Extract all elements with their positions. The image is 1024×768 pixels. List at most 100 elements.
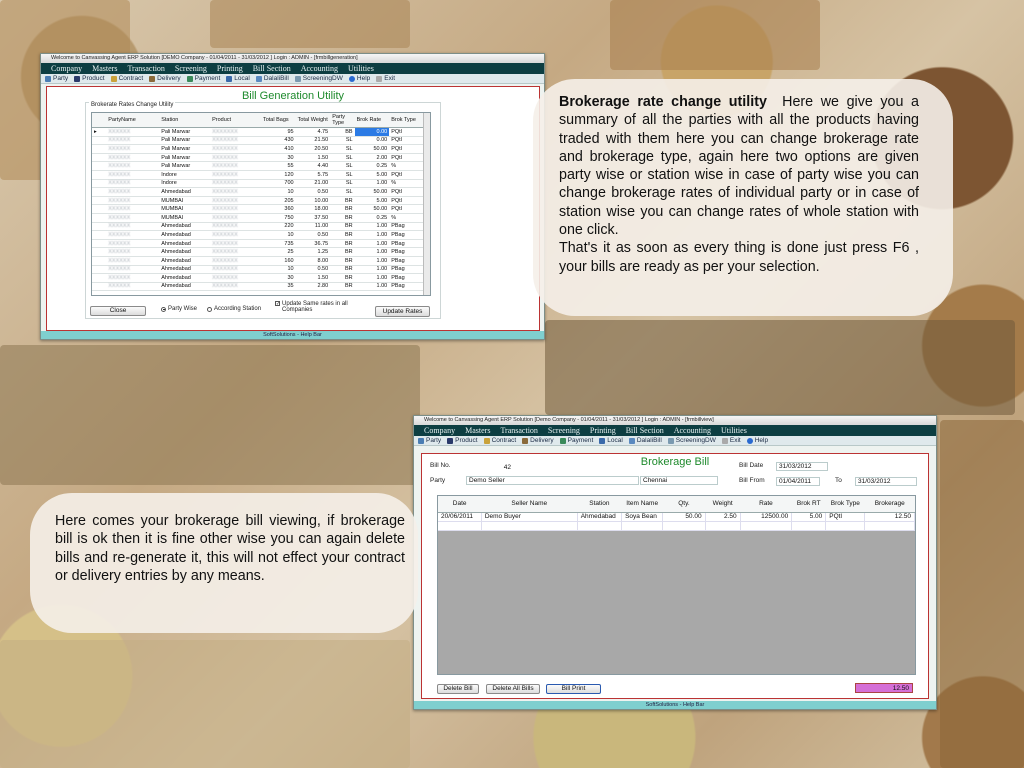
table-row-empty[interactable] [438, 521, 915, 531]
table-row[interactable]: XXXXXX Pali Marwar XXXXXXX 30 1.50 SL 2.00 PQtl [92, 153, 430, 163]
menu-utilities[interactable]: Utilities [348, 64, 374, 73]
table-row[interactable]: XXXXXX Ahmedabad XXXXXXX 220 11.00 BR 1.00 PBag [92, 222, 430, 232]
table-row[interactable]: XXXXXX Ahmedabad XXXXXXX 160 8.00 BR 1.00 PBag [92, 256, 430, 266]
table-row[interactable]: XXXXXX MUMBAI XXXXXXX 205 10.00 BR 5.00 PQtl [92, 196, 430, 206]
bill-date-field[interactable]: 31/03/2012 [776, 462, 828, 471]
update-rates-button[interactable]: Update Rates [375, 306, 430, 317]
toolbar-delivery[interactable]: Delivery [149, 75, 181, 82]
table-cell[interactable]: 1.00 [354, 239, 390, 249]
toolbar-product[interactable]: Product [447, 437, 478, 444]
table-cell[interactable]: 2.00 [354, 153, 390, 163]
menu-company[interactable]: Company [424, 426, 455, 435]
bill-no-field[interactable]: 42 [468, 463, 514, 472]
table-cell[interactable]: 0.25 [354, 161, 390, 171]
bill-to-field[interactable]: 31/03/2012 [855, 477, 917, 486]
bill-print-button[interactable]: Bill Print [546, 684, 601, 694]
menu-printing[interactable]: Printing [590, 426, 616, 435]
table-cell[interactable]: 1.00 [354, 179, 390, 189]
table-row[interactable]: XXXXXX MUMBAI XXXXXXX 360 18.00 BR 50.00 PQtl [92, 204, 430, 214]
table-cell: BR [330, 239, 355, 249]
table-row[interactable]: XXXXXX Pali Marwar XXXXXXX 430 21.50 SL 0.00 PQ… [92, 136, 430, 146]
toolbar-party[interactable]: Party [45, 75, 68, 82]
table-cell[interactable]: 1.00 [354, 256, 390, 266]
toolbar-help[interactable]: Help [348, 75, 370, 82]
table-row[interactable]: XXXXXX Pali Marwar XXXXXXX 55 4.40 SL 0.25% [92, 161, 430, 171]
brokerate-grid[interactable]: PartyName Station Product Total Bags Tot… [91, 112, 431, 296]
table-cell[interactable]: 1.00 [354, 282, 390, 292]
table-cell[interactable]: 50.00 [354, 204, 390, 214]
table-cell[interactable]: 5.00 [354, 170, 390, 180]
party-city-field[interactable]: Chennai [640, 476, 718, 485]
table-cell[interactable]: 1.00 [354, 247, 390, 257]
menu-transaction[interactable]: Transaction [127, 64, 164, 73]
table-row[interactable]: XXXXXX Ahmedabad XXXXXXX 25 1.25 BR 1.00 PBag [92, 247, 430, 257]
menu-masters[interactable]: Masters [92, 64, 117, 73]
table-cell[interactable]: 50.00 [354, 187, 390, 197]
update-same-checkbox[interactable]: ✓ Update Same rates in all Companies [275, 301, 352, 313]
table-row[interactable]: XXXXXX MUMBAI XXXXXXX 750 37.50 BR 0.25% [92, 213, 430, 223]
table-cell: Pali Marwar [159, 144, 211, 154]
table-row[interactable]: XXXXXX Ahmedabad XXXXXXX 735 36.75 BR 1.00 PBag [92, 239, 430, 249]
table-cell: XXXXXX [106, 161, 160, 171]
table-row[interactable]: XXXXXX Ahmedabad XXXXXXX 10 0.50 BR 1.00 PBag [92, 265, 430, 275]
column-header: Weight [705, 496, 741, 513]
table-row[interactable]: XXXXXX Ahmedabad XXXXXXX 10 0.50 BR 1.00 PBag [92, 230, 430, 240]
table-row[interactable]: XXXXXX Ahmedabad XXXXXXX 35 2.80 BR 1.00 PBag [92, 282, 430, 292]
menu-screening[interactable]: Screening [548, 426, 580, 435]
table-cell[interactable]: 5.00 [354, 196, 390, 206]
party-wise-radio[interactable]: Party Wise [161, 306, 197, 312]
toolbar-payment[interactable]: Payment [186, 75, 220, 82]
toolbar-dalalibill[interactable]: DalaliBill [255, 75, 289, 82]
toolbar-payment[interactable]: Payment [559, 437, 593, 444]
toolbar-contract[interactable]: Contract [110, 75, 143, 82]
menu-bill-section[interactable]: Bill Section [626, 426, 664, 435]
party-field[interactable]: Demo Seller [466, 476, 639, 485]
close-button[interactable]: Close [90, 306, 146, 316]
toolbar-delivery[interactable]: Delivery [522, 437, 554, 444]
table-cell[interactable]: 0.00 [354, 127, 390, 137]
according-station-radio[interactable]: According Station [207, 306, 261, 312]
toolbar-party[interactable]: Party [418, 437, 441, 444]
table-cell[interactable]: 50.00 [354, 144, 390, 154]
toolbar-exit[interactable]: Exit [376, 75, 395, 82]
bill-from-field[interactable]: 01/04/2011 [776, 477, 820, 486]
menu-company[interactable]: Company [51, 64, 82, 73]
toolbar-local[interactable]: Local [599, 437, 623, 444]
toolbar-screeningdw[interactable]: ScreeningDW [294, 75, 343, 82]
menu-transaction[interactable]: Transaction [500, 426, 537, 435]
table-row[interactable]: XXXXXX Ahmedabad XXXXXXX 30 1.50 BR 1.00 PBag [92, 273, 430, 283]
menu-utilities[interactable]: Utilities [721, 426, 747, 435]
menu-bill-section[interactable]: Bill Section [253, 64, 291, 73]
toolbar-dalalibill[interactable]: DalaliBill [628, 437, 662, 444]
table-cell[interactable]: 1.00 [354, 230, 390, 240]
toolbar-local[interactable]: Local [226, 75, 250, 82]
table-row[interactable]: XXXXXX Indore XXXXXXX 120 5.75 SL 5.00 PQtl [92, 170, 430, 180]
table-cell [92, 144, 107, 154]
toolbar-exit[interactable]: Exit [721, 437, 741, 444]
toolbar-product[interactable]: Product [74, 75, 105, 82]
toolbar-screeningdw[interactable]: ScreeningDW [667, 437, 716, 444]
toolbar-help[interactable]: Help [746, 437, 768, 444]
table-cell[interactable]: 0.25 [354, 213, 390, 223]
table-row[interactable]: XXXXXX Pali Marwar XXXXXXX 410 20.50 SL 50.00 P… [92, 144, 430, 154]
delete-bill-button[interactable]: Delete Bill [437, 684, 479, 694]
table-row[interactable]: XXXXXX Indore XXXXXXX 700 21.00 SL 1.00% [92, 179, 430, 189]
grid-scrollbar[interactable] [423, 113, 430, 295]
table-row[interactable]: XXXXXX Ahmedabad XXXXXXX 10 0.50 SL 50.00 PQtl [92, 187, 430, 197]
table-cell[interactable]: 0.00 [354, 136, 390, 146]
table-cell: MUMBAI [159, 204, 211, 214]
brokerage-bill-grid[interactable]: Date Seller Name Station Item Name Qty. … [437, 495, 916, 675]
menu-accounting[interactable]: Accounting [674, 426, 711, 435]
menu-accounting[interactable]: Accounting [301, 64, 338, 73]
toolbar-contract[interactable]: Contract [483, 437, 516, 444]
table-row[interactable]: ▸ XXXXXX Pali Marwar XXXXXXX 95 4.75 BB 0.00 PQt… [92, 127, 430, 137]
menu-printing[interactable]: Printing [217, 64, 243, 73]
menu-screening[interactable]: Screening [175, 64, 207, 73]
menu-masters[interactable]: Masters [465, 426, 490, 435]
table-cell[interactable]: 1.00 [354, 265, 390, 275]
delete-all-bills-button[interactable]: Delete All Bills [486, 684, 540, 694]
table-cell: 35 [260, 282, 296, 292]
table-cell[interactable]: 1.00 [354, 273, 390, 283]
table-row[interactable]: 20/06/2011 Demo Buyer Ahmedabad Soya Bean 50… [438, 512, 915, 522]
table-cell[interactable]: 1.00 [354, 222, 390, 232]
